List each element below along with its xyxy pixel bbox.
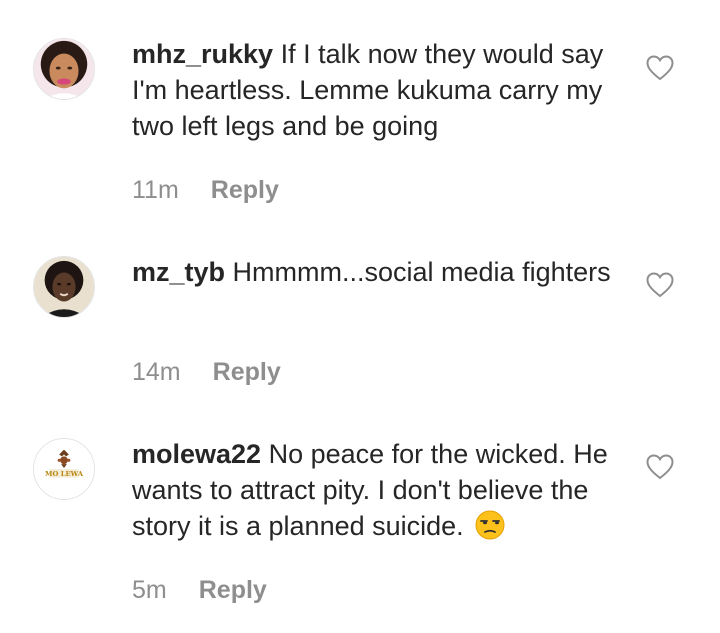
comment-text: Hmmmm...social media fighters [225,257,611,287]
heart-outline-icon[interactable] [646,454,674,480]
comment-username[interactable]: mhz_rukky [132,39,273,69]
molewa-logo: MO LEWA [34,439,94,499]
comment-timestamp: 11m [132,176,179,204]
comment-meta: 5m Reply [132,576,267,605]
reply-button[interactable]: Reply [213,358,281,386]
comment-body: molewa22 No peace for the wicked. He wan… [132,436,622,544]
comment-timestamp: 14m [132,358,181,386]
comment-body: mz_tyb Hmmmm...social media fighters [132,254,622,290]
comment-body: mhz_rukky If I talk now they would say I… [132,36,622,144]
reply-button[interactable]: Reply [211,176,279,204]
comment-meta: 11m Reply [132,176,279,205]
comment-username[interactable]: mz_tyb [132,257,225,287]
comment-username[interactable]: molewa22 [132,439,261,469]
heart-outline-icon[interactable] [646,55,674,81]
logo-text: MO LEWA [45,470,84,478]
reply-button[interactable]: Reply [199,576,267,604]
comment-meta: 14m Reply [132,358,281,387]
unamused-face-emoji [475,510,505,540]
comment-timestamp: 5m [132,576,167,604]
avatar[interactable] [33,38,95,100]
profile-photo-icon [34,39,94,99]
avatar[interactable]: MO LEWA [33,438,95,500]
profile-photo-icon [34,257,94,317]
avatar[interactable] [33,256,95,318]
heart-outline-icon[interactable] [646,272,674,298]
